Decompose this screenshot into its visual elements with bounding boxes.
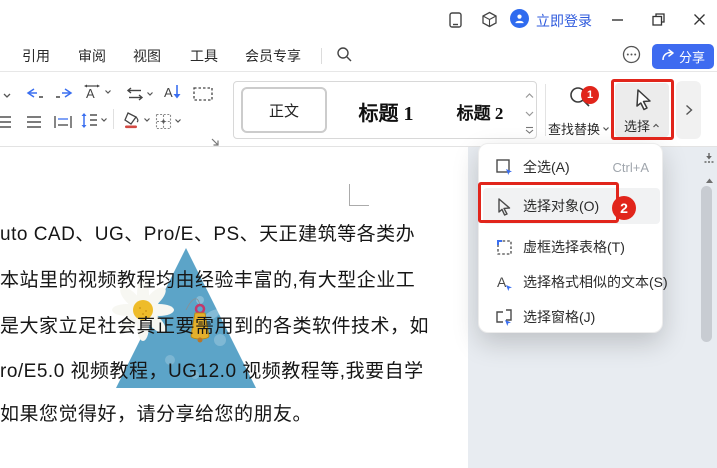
find-replace-label: 查找替换 — [548, 122, 601, 137]
doc-text-line[interactable]: 如果您觉得好，请分享给您的朋友。 — [0, 399, 420, 426]
chevron-up-icon — [653, 123, 659, 127]
menu-item-table-frame-select[interactable]: 虚框选择表格(T) — [479, 230, 664, 264]
select-button-label: 选择 — [623, 119, 650, 134]
line-spacing-icon[interactable] — [80, 110, 108, 130]
sort-icon[interactable]: A — [163, 82, 183, 102]
cube-icon[interactable] — [481, 11, 498, 28]
distribute-text-icon[interactable] — [54, 112, 72, 132]
find-replace-button[interactable]: 查找替换 — [548, 83, 610, 137]
doc-text-line[interactable]: ro/E5.0 视频教程，UG12.0 视频教程等,我要自学 — [0, 356, 423, 383]
share-button-label: 分享 — [678, 50, 705, 65]
ribbon-toolbar: A A 正文 标题 1 标题 2 查找替换 选择 — [0, 73, 717, 147]
increase-indent-icon[interactable] — [55, 83, 74, 103]
vertical-scrollbar[interactable] — [701, 186, 712, 342]
page-border-icon[interactable] — [193, 84, 213, 104]
menu-item-label: 选择窗格(J) — [523, 309, 596, 325]
select-object-icon — [495, 197, 514, 216]
toolbar-divider — [113, 109, 114, 129]
select-button[interactable]: 选择 — [615, 83, 669, 137]
search-icon[interactable] — [336, 46, 353, 68]
style-heading2[interactable]: 标题 2 — [434, 82, 526, 140]
share-button[interactable]: 分享 — [652, 44, 714, 69]
doc-text-line[interactable]: 是大家立足社会真正要需用到的各类软件技术，如 — [0, 311, 429, 338]
tab-membership[interactable]: 会员专享 — [245, 46, 301, 66]
svg-text:A: A — [86, 86, 95, 101]
titlebar: 立即登录 — [0, 0, 717, 38]
shading-icon[interactable] — [122, 110, 151, 130]
menubar: 引用 审阅 视图 工具 会员专享 分享 — [0, 38, 717, 72]
similar-format-icon: A — [495, 273, 514, 292]
share-icon — [661, 48, 675, 65]
more-options-icon[interactable] — [622, 45, 641, 69]
menu-item-label: 选择对象(O) — [523, 198, 600, 214]
margin-corner-mark — [349, 184, 350, 206]
mobile-device-icon[interactable] — [447, 11, 464, 28]
menu-item-shortcut: Ctrl+A — [612, 159, 649, 175]
menu-item-select-object[interactable]: 选择对象(O) — [479, 189, 664, 223]
minimize-button[interactable] — [606, 8, 628, 30]
user-avatar-icon[interactable] — [510, 9, 529, 28]
doc-text-line[interactable]: uto CAD、UG、Pro/E、PS、天正建筑等各类办 — [0, 219, 420, 246]
annotation-step1-badge: 1 — [581, 86, 599, 104]
tab-review[interactable]: 审阅 — [78, 46, 106, 66]
restore-button[interactable] — [647, 8, 669, 30]
decrease-indent-icon[interactable] — [25, 83, 44, 103]
style-heading1[interactable]: 标题 1 — [336, 82, 436, 140]
menubar-divider — [321, 48, 322, 64]
ribbon-expand-button[interactable] — [676, 81, 701, 139]
tab-view[interactable]: 视图 — [133, 46, 161, 66]
select-all-icon — [495, 158, 514, 177]
menu-item-label: 全选(A) — [523, 159, 570, 175]
menu-item-select-similar-format[interactable]: A 选择格式相似的文本(S) — [479, 265, 668, 299]
tab-references[interactable]: 引用 — [22, 46, 50, 66]
gallery-scroll-down-icon[interactable] — [525, 104, 534, 122]
doc-text-line[interactable]: 本站里的视频教程均由经验丰富的,有大型企业工 — [0, 265, 420, 292]
menu-item-selection-pane[interactable]: 选择窗格(J) — [479, 300, 664, 334]
menu-item-select-all[interactable]: 全选(A) Ctrl+A — [479, 150, 664, 184]
gallery-scroll-up-icon[interactable] — [525, 86, 534, 104]
style-body-text[interactable]: 正文 — [241, 87, 327, 133]
wps-window: 立即登录 引用 审阅 视图 工具 会员专享 分享 A A 正文 标题 1 标题 … — [0, 0, 717, 468]
menu-item-label: 虚框选择表格(T) — [523, 239, 625, 255]
text-direction-icon[interactable] — [126, 84, 154, 104]
selection-pane-icon — [495, 308, 514, 327]
character-scale-icon[interactable]: A — [82, 82, 112, 102]
collapse-ribbon-icon[interactable] — [703, 151, 715, 169]
gallery-expand-icon[interactable] — [525, 122, 534, 140]
menu-item-label: 选择格式相似的文本(S) — [523, 274, 668, 290]
tab-tools[interactable]: 工具 — [190, 46, 218, 66]
annotation-step2-badge: 2 — [612, 196, 636, 220]
svg-text:A: A — [497, 274, 507, 290]
style-gallery: 正文 标题 1 标题 2 — [233, 81, 537, 139]
close-button[interactable] — [688, 8, 710, 30]
svg-text:A: A — [164, 85, 173, 100]
list-style-dropdown-icon[interactable] — [2, 85, 12, 105]
align-distribute-icon[interactable] — [26, 112, 42, 132]
ribbon-divider — [545, 84, 546, 136]
margin-corner-mark — [349, 205, 369, 206]
align-justify-icon[interactable] — [0, 112, 12, 132]
login-link[interactable]: 立即登录 — [536, 11, 592, 31]
chevron-right-icon — [685, 104, 693, 116]
cursor-arrow-icon — [633, 88, 655, 117]
table-frame-select-icon — [495, 238, 514, 257]
chevron-down-icon — [603, 126, 609, 131]
borders-icon[interactable] — [155, 111, 182, 131]
select-dropdown-menu: 全选(A) Ctrl+A 选择对象(O) 虚框选择表格(T) A 选择格式相似的… — [478, 143, 668, 334]
